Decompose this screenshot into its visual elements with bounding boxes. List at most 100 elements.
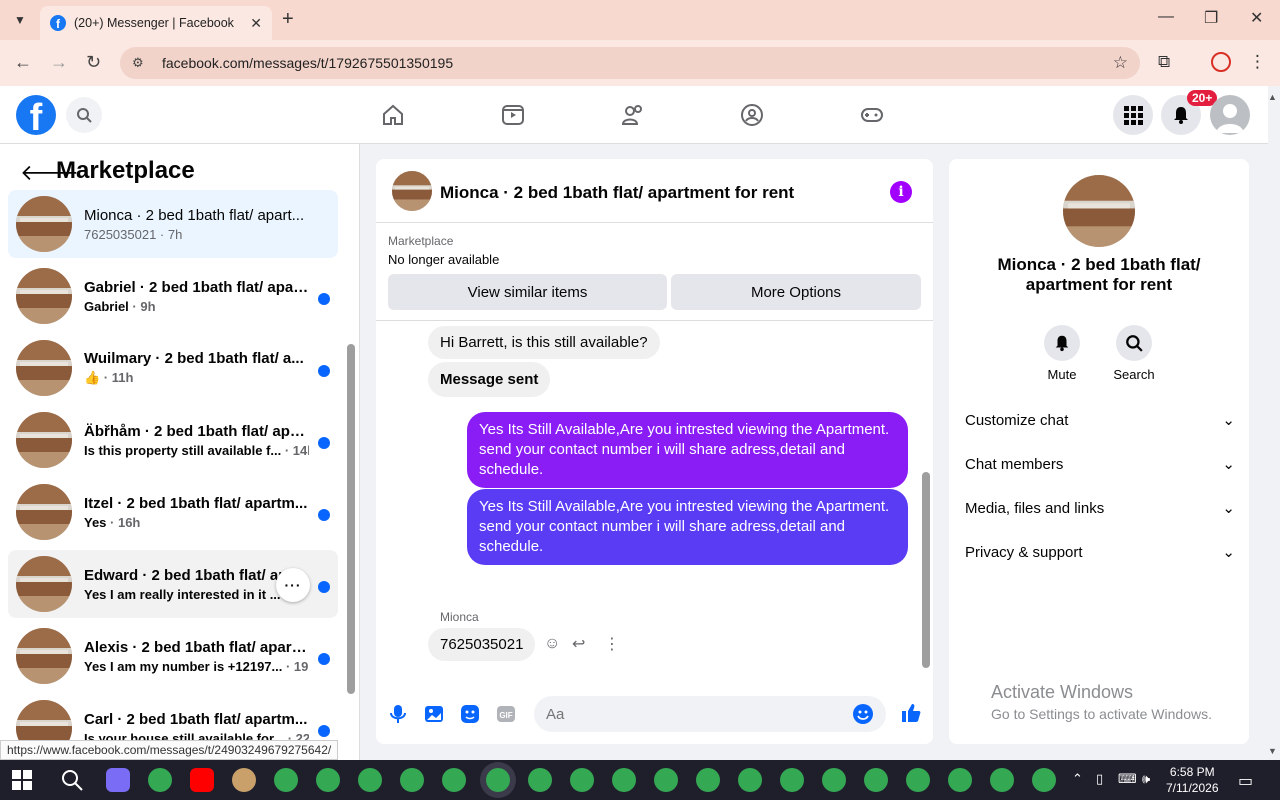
facebook-search-icon[interactable]: [66, 97, 102, 133]
chrome-icon[interactable]: [316, 768, 340, 792]
minimize-icon[interactable]: —: [1158, 8, 1174, 26]
emoji-icon[interactable]: [852, 703, 874, 725]
browser-profile-icon[interactable]: [1211, 52, 1231, 72]
message-input[interactable]: [546, 705, 846, 723]
back-icon[interactable]: ←: [14, 52, 32, 73]
chrome-icon[interactable]: [654, 768, 678, 792]
conversation-scrollbar[interactable]: [346, 344, 356, 700]
chrome-icon[interactable]: [358, 768, 382, 792]
chat-members-row[interactable]: Chat members ⌄: [965, 448, 1235, 480]
gaming-icon[interactable]: [860, 103, 884, 127]
gif-icon[interactable]: GIF: [496, 704, 516, 724]
tray-chevron-icon[interactable]: ⌃: [1072, 771, 1083, 787]
tab-search-icon[interactable]: ▼: [6, 8, 34, 32]
maximize-icon[interactable]: ❐: [1204, 8, 1218, 28]
chrome-icon[interactable]: [1032, 768, 1056, 792]
message-input-box[interactable]: [534, 696, 886, 732]
conversation-item[interactable]: Alexis · 2 bed 1bath flat/ apart... Yes …: [8, 622, 338, 690]
mute-button[interactable]: Mute: [1032, 325, 1092, 382]
react-emoji-icon[interactable]: ☺: [544, 635, 560, 653]
privacy-support-row[interactable]: Privacy & support ⌄: [965, 536, 1235, 568]
chat-listing-thumbnail[interactable]: [392, 171, 432, 211]
conversation-item[interactable]: Äbřhåm · 2 bed 1bath flat/ apa... Is thi…: [8, 406, 338, 474]
chrome-icon[interactable]: [822, 768, 846, 792]
bookmark-star-icon[interactable]: ☆: [1113, 53, 1128, 73]
notifications-icon[interactable]: ▭: [1238, 771, 1253, 791]
url-text[interactable]: facebook.com/messages/t/1792675501350195: [162, 55, 1113, 71]
menu-grid-icon[interactable]: [1113, 95, 1153, 135]
forward-icon[interactable]: →: [50, 52, 68, 73]
search-button[interactable]: Search: [1104, 325, 1164, 382]
chevron-down-icon: ⌄: [1222, 500, 1235, 517]
facebook-logo-icon[interactable]: f: [16, 95, 56, 135]
chrome-icon[interactable]: [864, 768, 888, 792]
page-scroll-down-icon[interactable]: ▼: [1268, 746, 1277, 756]
search-icon[interactable]: [1116, 325, 1152, 361]
conversation-item[interactable]: Wuilmary · 2 bed 1bath flat/ a... 👍 · 11…: [8, 334, 338, 402]
chrome-icon[interactable]: [274, 768, 298, 792]
chat-details-panel: Mionca · 2 bed 1bath flat/ apartment for…: [949, 159, 1249, 744]
chrome-icon[interactable]: [906, 768, 930, 792]
network-icon[interactable]: ⌨: [1118, 771, 1137, 787]
chrome-icon[interactable]: [570, 768, 594, 792]
close-window-icon[interactable]: ✕: [1250, 8, 1263, 28]
new-tab-icon[interactable]: +: [282, 8, 294, 31]
chrome-icon[interactable]: [780, 768, 804, 792]
conversation-item[interactable]: Itzel · 2 bed 1bath flat/ apartm... Yes …: [8, 478, 338, 546]
friends-icon[interactable]: [621, 103, 645, 127]
sticker-icon[interactable]: [460, 704, 480, 724]
chrome-icon[interactable]: [612, 768, 636, 792]
scrollbar-thumb[interactable]: [922, 472, 930, 668]
chrome-icon[interactable]: [400, 768, 424, 792]
microphone-icon[interactable]: [388, 704, 408, 724]
view-similar-items-button[interactable]: View similar items: [388, 274, 667, 310]
chrome-icon[interactable]: [442, 768, 466, 792]
video-icon[interactable]: [501, 103, 525, 127]
chrome-icon-active[interactable]: [486, 768, 510, 792]
chat-title[interactable]: Mionca · 2 bed 1bath flat/ apartment for…: [440, 183, 794, 203]
listing-thumbnail: [16, 412, 72, 468]
customize-chat-row[interactable]: Customize chat ⌄: [965, 404, 1235, 436]
url-bar[interactable]: ⚙ facebook.com/messages/t/17926755013501…: [120, 47, 1140, 79]
info-icon[interactable]: i: [890, 181, 912, 203]
photo-icon[interactable]: [424, 704, 444, 724]
chrome-icon[interactable]: [990, 768, 1014, 792]
chat-scrollbar[interactable]: [919, 322, 933, 682]
reload-icon[interactable]: ↻: [86, 52, 101, 73]
taskbar-search-icon[interactable]: [60, 768, 84, 792]
windows-start-icon[interactable]: [12, 770, 32, 790]
conversation-item[interactable]: Gabriel · 2 bed 1bath flat/ apar... Gabr…: [8, 262, 338, 330]
browser-tab[interactable]: f (20+) Messenger | Facebook ✕: [40, 6, 272, 40]
browser-menu-icon[interactable]: ⋮: [1249, 52, 1266, 72]
sender-name: Mionca: [440, 610, 479, 624]
chrome-icon[interactable]: [738, 768, 762, 792]
chrome-icon[interactable]: [528, 768, 552, 792]
chrome-icon[interactable]: [148, 768, 172, 792]
site-info-icon[interactable]: ⚙: [132, 55, 148, 71]
more-options-button[interactable]: More Options: [671, 274, 921, 310]
thumbs-up-icon[interactable]: [900, 702, 922, 724]
scrollbar-thumb[interactable]: [347, 344, 355, 694]
copilot-icon[interactable]: [106, 768, 130, 792]
extensions-icon[interactable]: ⧉: [1158, 52, 1170, 72]
media-files-links-row[interactable]: Media, files and links ⌄: [965, 492, 1235, 524]
reply-icon[interactable]: ↩: [572, 634, 585, 654]
volume-icon[interactable]: 🕪: [1142, 771, 1150, 787]
home-icon[interactable]: [381, 103, 405, 127]
chrome-icon[interactable]: [696, 768, 720, 792]
mute-bell-icon[interactable]: [1044, 325, 1080, 361]
taskbar-clock[interactable]: 6:58 PM 7/11/2026: [1166, 764, 1219, 796]
chevron-down-icon: ⌄: [1222, 456, 1235, 473]
youtube-icon[interactable]: [190, 768, 214, 792]
page-scroll-up-icon[interactable]: ▲: [1268, 92, 1277, 102]
app-icon[interactable]: [232, 768, 256, 792]
conversation-more-icon[interactable]: ···: [276, 568, 310, 602]
chrome-icon[interactable]: [948, 768, 972, 792]
conversation-item[interactable]: Mionca · 2 bed 1bath flat/ apart... 7625…: [8, 190, 338, 258]
message-more-icon[interactable]: ⋮: [604, 634, 620, 654]
tray-device-icon[interactable]: ▯: [1096, 771, 1103, 787]
account-avatar[interactable]: [1210, 95, 1250, 135]
groups-icon[interactable]: [740, 103, 764, 127]
conversation-item[interactable]: Edward · 2 bed 1bath flat/ ap... Yes I a…: [8, 550, 338, 618]
tab-close-icon[interactable]: ✕: [250, 15, 262, 32]
